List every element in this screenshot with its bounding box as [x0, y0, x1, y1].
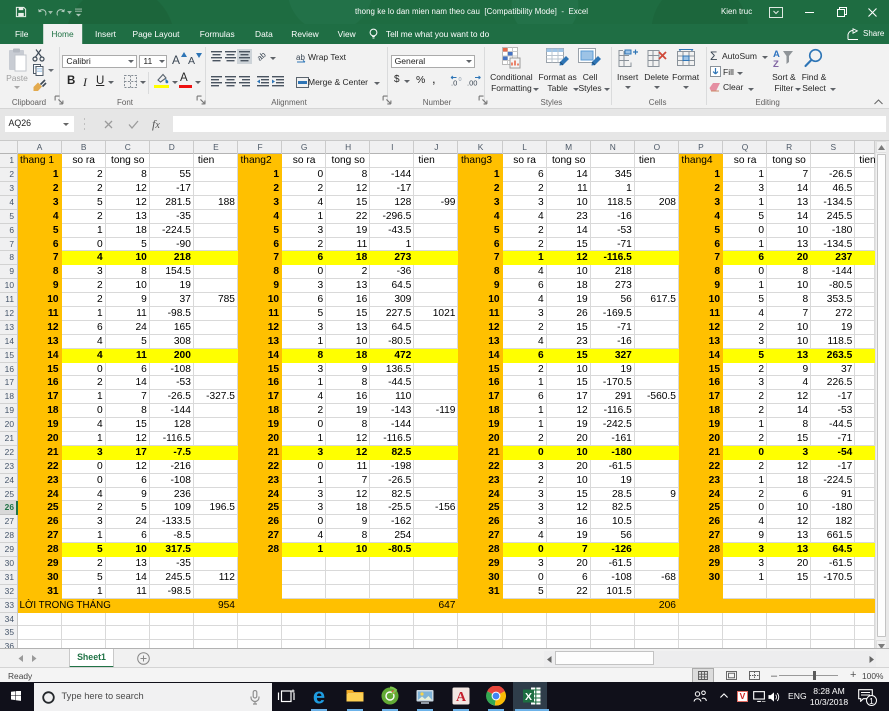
svg-text:Z: Z	[773, 59, 779, 69]
svg-text:.0: .0	[451, 78, 457, 86]
svg-text:A: A	[456, 690, 467, 705]
svg-text:X: X	[525, 691, 532, 703]
svg-text:0: 0	[459, 77, 462, 83]
svg-text:.00: .00	[467, 78, 477, 86]
svg-text:e: e	[313, 686, 325, 706]
